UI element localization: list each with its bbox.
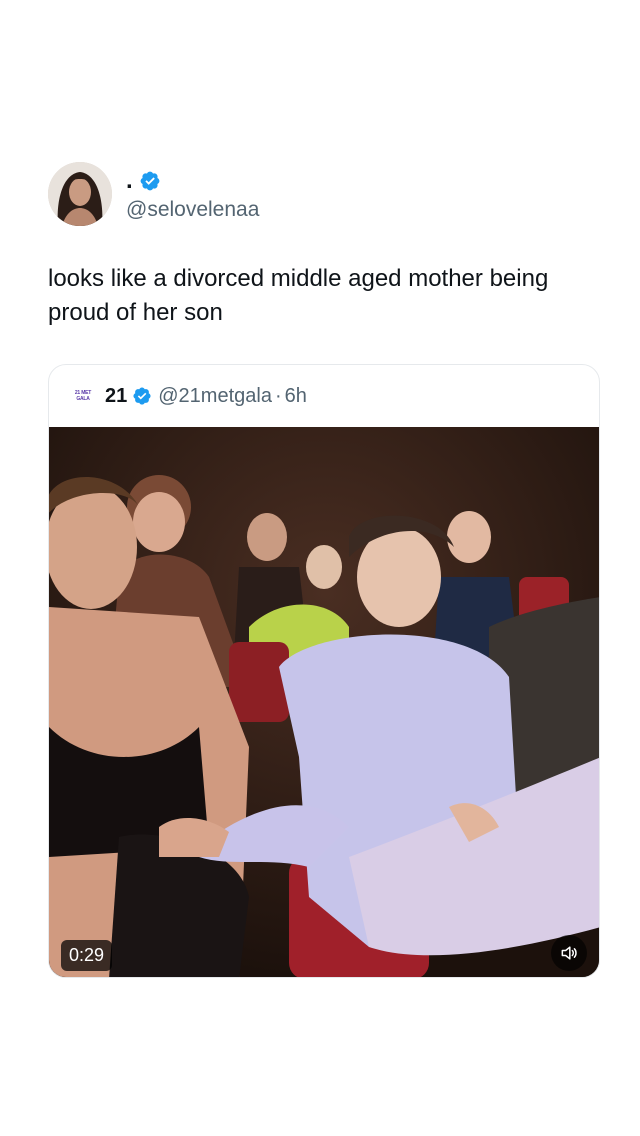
quoted-separator: · — [274, 384, 282, 407]
author-avatar[interactable] — [48, 162, 112, 226]
verified-badge-icon — [140, 171, 160, 190]
tweet-author[interactable]: . @selovelenaa — [48, 162, 259, 226]
quoted-handle[interactable]: @21metgala — [158, 385, 272, 408]
quoted-account-logo: 21 MET GALA — [73, 389, 93, 403]
author-display-name[interactable]: . — [126, 168, 133, 193]
quoted-timestamp[interactable]: 6h — [285, 385, 307, 408]
quoted-video-player[interactable]: 0:29 — [49, 427, 599, 977]
quoted-display-name[interactable]: 21 — [105, 385, 127, 408]
tweet-page: . @selovelenaa looks like a divorced mid… — [0, 0, 640, 1136]
tweet-text: looks like a divorced middle aged mother… — [48, 265, 549, 326]
quoted-logo-text: 21 MET GALA — [74, 390, 92, 402]
video-duration: 0:29 — [61, 940, 113, 971]
volume-button[interactable] — [551, 935, 587, 971]
author-handle[interactable]: @selovelenaa — [126, 198, 259, 222]
profile-photo-icon — [48, 162, 112, 226]
quoted-tweet-card[interactable]: 21 MET GALA 21 @21metgala · 6h 0:29 — [48, 364, 600, 978]
video-frame — [49, 427, 599, 977]
quoted-verified-badge-icon — [133, 387, 151, 405]
quoted-tweet-header[interactable]: 21 MET GALA 21 @21metgala · 6h — [49, 365, 599, 427]
volume-icon — [561, 946, 577, 960]
